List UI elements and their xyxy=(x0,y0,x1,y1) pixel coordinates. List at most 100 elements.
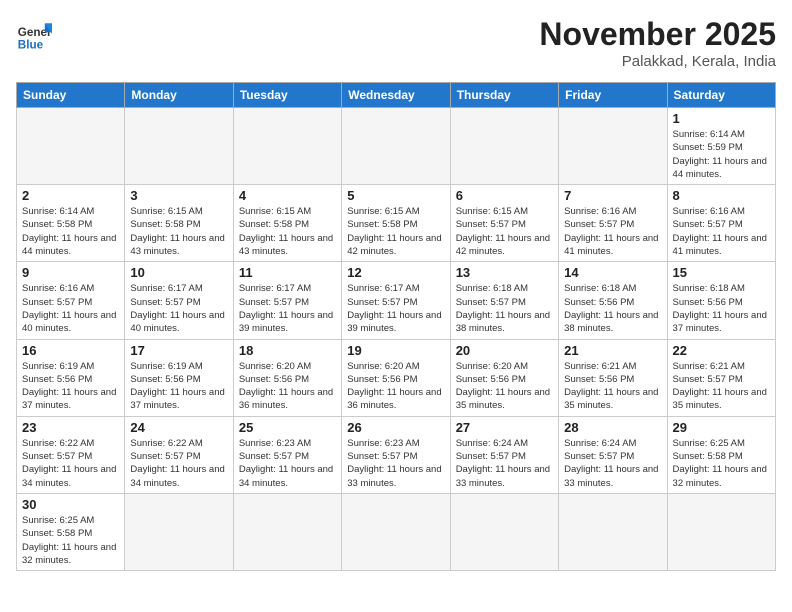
day-number: 25 xyxy=(239,420,336,435)
day-number: 1 xyxy=(673,111,770,126)
page-header: General Blue November 2025 Palakkad, Ker… xyxy=(16,16,776,70)
day-info: Sunrise: 6:19 AM Sunset: 5:56 PM Dayligh… xyxy=(22,360,119,413)
logo-icon: General Blue xyxy=(16,16,52,52)
day-number: 15 xyxy=(673,265,770,280)
day-info: Sunrise: 6:20 AM Sunset: 5:56 PM Dayligh… xyxy=(239,360,336,413)
calendar-day-cell: 4 Sunrise: 6:15 AM Sunset: 5:58 PM Daylig… xyxy=(233,185,341,262)
day-info: Sunrise: 6:17 AM Sunset: 5:57 PM Dayligh… xyxy=(130,282,227,335)
calendar-day-cell: 16Sunrise: 6:19 AM Sunset: 5:56 PM Dayli… xyxy=(17,339,125,416)
calendar-week-row: 23 Sunrise: 6:22 AM Sunset: 5:57 PM Dayli… xyxy=(17,416,776,493)
day-info: Sunrise: 6:18 AM Sunset: 5:56 PM Dayligh… xyxy=(564,282,661,335)
calendar-day-cell: 12 Sunrise: 6:17 AM Sunset: 5:57 PM Dayli… xyxy=(342,262,450,339)
calendar-day-cell: 28 Sunrise: 6:24 AM Sunset: 5:57 PM Dayli… xyxy=(559,416,667,493)
weekday-header-row: SundayMondayTuesdayWednesdayThursdayFrid… xyxy=(17,83,776,108)
day-info: Sunrise: 6:18 AM Sunset: 5:57 PM Dayligh… xyxy=(456,282,553,335)
calendar-day-cell xyxy=(125,108,233,185)
calendar-day-cell xyxy=(559,108,667,185)
day-number: 3 xyxy=(130,188,227,203)
weekday-header-thursday: Thursday xyxy=(450,83,558,108)
day-info: Sunrise: 6:21 AM Sunset: 5:56 PM Dayligh… xyxy=(564,360,661,413)
weekday-header-friday: Friday xyxy=(559,83,667,108)
day-number: 2 xyxy=(22,188,119,203)
calendar-day-cell: 13 Sunrise: 6:18 AM Sunset: 5:57 PM Dayli… xyxy=(450,262,558,339)
day-number: 7 xyxy=(564,188,661,203)
calendar-day-cell xyxy=(342,108,450,185)
day-info: Sunrise: 6:25 AM Sunset: 5:58 PM Dayligh… xyxy=(22,514,119,567)
day-number: 12 xyxy=(347,265,444,280)
day-info: Sunrise: 6:22 AM Sunset: 5:57 PM Dayligh… xyxy=(130,437,227,490)
calendar-day-cell: 11 Sunrise: 6:17 AM Sunset: 5:57 PM Dayli… xyxy=(233,262,341,339)
day-number: 29 xyxy=(673,420,770,435)
day-number: 21 xyxy=(564,343,661,358)
day-info: Sunrise: 6:20 AM Sunset: 5:56 PM Dayligh… xyxy=(347,360,444,413)
calendar-week-row: 1 Sunrise: 6:14 AM Sunset: 5:59 PM Daylig… xyxy=(17,108,776,185)
calendar-day-cell: 24Sunrise: 6:22 AM Sunset: 5:57 PM Dayli… xyxy=(125,416,233,493)
calendar-day-cell: 25Sunrise: 6:23 AM Sunset: 5:57 PM Dayli… xyxy=(233,416,341,493)
day-info: Sunrise: 6:20 AM Sunset: 5:56 PM Dayligh… xyxy=(456,360,553,413)
calendar-table: SundayMondayTuesdayWednesdayThursdayFrid… xyxy=(16,82,776,571)
day-number: 26 xyxy=(347,420,444,435)
calendar-day-cell: 5 Sunrise: 6:15 AM Sunset: 5:58 PM Daylig… xyxy=(342,185,450,262)
day-info: Sunrise: 6:15 AM Sunset: 5:58 PM Dayligh… xyxy=(347,205,444,258)
day-number: 5 xyxy=(347,188,444,203)
day-number: 13 xyxy=(456,265,553,280)
day-info: Sunrise: 6:24 AM Sunset: 5:57 PM Dayligh… xyxy=(564,437,661,490)
calendar-day-cell xyxy=(125,493,233,570)
calendar-day-cell xyxy=(233,493,341,570)
day-number: 8 xyxy=(673,188,770,203)
logo: General Blue xyxy=(16,16,52,52)
calendar-day-cell xyxy=(233,108,341,185)
day-number: 14 xyxy=(564,265,661,280)
calendar-week-row: 16Sunrise: 6:19 AM Sunset: 5:56 PM Dayli… xyxy=(17,339,776,416)
day-info: Sunrise: 6:17 AM Sunset: 5:57 PM Dayligh… xyxy=(347,282,444,335)
day-info: Sunrise: 6:15 AM Sunset: 5:58 PM Dayligh… xyxy=(130,205,227,258)
calendar-day-cell: 10 Sunrise: 6:17 AM Sunset: 5:57 PM Dayli… xyxy=(125,262,233,339)
day-number: 6 xyxy=(456,188,553,203)
calendar-day-cell: 8Sunrise: 6:16 AM Sunset: 5:57 PM Daylig… xyxy=(667,185,775,262)
month-title: November 2025 xyxy=(539,16,776,53)
day-number: 19 xyxy=(347,343,444,358)
day-info: Sunrise: 6:19 AM Sunset: 5:56 PM Dayligh… xyxy=(130,360,227,413)
calendar-day-cell: 19 Sunrise: 6:20 AM Sunset: 5:56 PM Dayli… xyxy=(342,339,450,416)
day-info: Sunrise: 6:17 AM Sunset: 5:57 PM Dayligh… xyxy=(239,282,336,335)
day-number: 22 xyxy=(673,343,770,358)
calendar-day-cell: 30 Sunrise: 6:25 AM Sunset: 5:58 PM Dayli… xyxy=(17,493,125,570)
weekday-header-sunday: Sunday xyxy=(17,83,125,108)
day-info: Sunrise: 6:25 AM Sunset: 5:58 PM Dayligh… xyxy=(673,437,770,490)
calendar-day-cell: 22Sunrise: 6:21 AM Sunset: 5:57 PM Dayli… xyxy=(667,339,775,416)
day-number: 23 xyxy=(22,420,119,435)
calendar-day-cell: 21 Sunrise: 6:21 AM Sunset: 5:56 PM Dayli… xyxy=(559,339,667,416)
day-info: Sunrise: 6:15 AM Sunset: 5:58 PM Dayligh… xyxy=(239,205,336,258)
calendar-day-cell: 15Sunrise: 6:18 AM Sunset: 5:56 PM Dayli… xyxy=(667,262,775,339)
calendar-day-cell: 9Sunrise: 6:16 AM Sunset: 5:57 PM Daylig… xyxy=(17,262,125,339)
day-number: 28 xyxy=(564,420,661,435)
calendar-day-cell: 18Sunrise: 6:20 AM Sunset: 5:56 PM Dayli… xyxy=(233,339,341,416)
location-subtitle: Palakkad, Kerala, India xyxy=(539,53,776,70)
day-number: 20 xyxy=(456,343,553,358)
day-number: 17 xyxy=(130,343,227,358)
day-number: 11 xyxy=(239,265,336,280)
weekday-header-monday: Monday xyxy=(125,83,233,108)
calendar-day-cell xyxy=(667,493,775,570)
calendar-week-row: 30 Sunrise: 6:25 AM Sunset: 5:58 PM Dayli… xyxy=(17,493,776,570)
weekday-header-saturday: Saturday xyxy=(667,83,775,108)
day-number: 4 xyxy=(239,188,336,203)
calendar-day-cell: 27 Sunrise: 6:24 AM Sunset: 5:57 PM Dayli… xyxy=(450,416,558,493)
day-info: Sunrise: 6:22 AM Sunset: 5:57 PM Dayligh… xyxy=(22,437,119,490)
calendar-day-cell: 7Sunrise: 6:16 AM Sunset: 5:57 PM Daylig… xyxy=(559,185,667,262)
calendar-day-cell: 6 Sunrise: 6:15 AM Sunset: 5:57 PM Daylig… xyxy=(450,185,558,262)
calendar-day-cell: 20 Sunrise: 6:20 AM Sunset: 5:56 PM Dayli… xyxy=(450,339,558,416)
day-info: Sunrise: 6:15 AM Sunset: 5:57 PM Dayligh… xyxy=(456,205,553,258)
calendar-week-row: 2 Sunrise: 6:14 AM Sunset: 5:58 PM Daylig… xyxy=(17,185,776,262)
calendar-day-cell: 14 Sunrise: 6:18 AM Sunset: 5:56 PM Dayli… xyxy=(559,262,667,339)
day-info: Sunrise: 6:14 AM Sunset: 5:59 PM Dayligh… xyxy=(673,128,770,181)
calendar-day-cell xyxy=(559,493,667,570)
calendar-day-cell: 26Sunrise: 6:23 AM Sunset: 5:57 PM Dayli… xyxy=(342,416,450,493)
day-number: 10 xyxy=(130,265,227,280)
day-info: Sunrise: 6:24 AM Sunset: 5:57 PM Dayligh… xyxy=(456,437,553,490)
day-number: 30 xyxy=(22,497,119,512)
day-number: 27 xyxy=(456,420,553,435)
day-info: Sunrise: 6:14 AM Sunset: 5:58 PM Dayligh… xyxy=(22,205,119,258)
calendar-day-cell: 29 Sunrise: 6:25 AM Sunset: 5:58 PM Dayli… xyxy=(667,416,775,493)
calendar-day-cell xyxy=(450,493,558,570)
